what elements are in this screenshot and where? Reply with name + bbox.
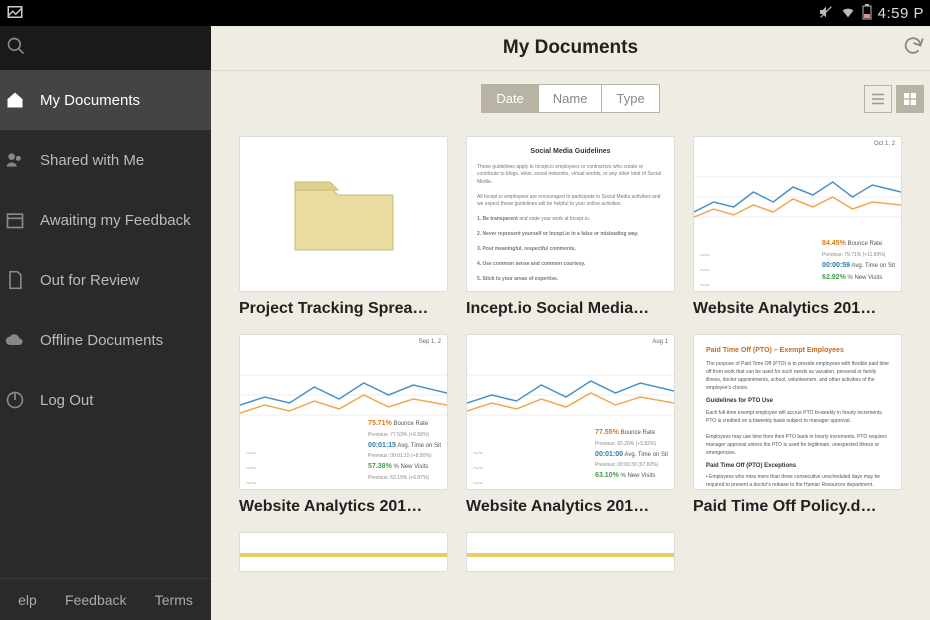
toolbar: Date Name Type [211,71,930,126]
document-card[interactable] [239,532,448,572]
users-icon [4,149,26,171]
sidebar-footer: elp Feedback Terms [0,578,211,620]
documents-grid[interactable]: Project Tracking Sprea… Social Media Gui… [211,126,930,620]
document-thumbnail [466,532,675,572]
sidebar-item-label: My Documents [40,92,140,109]
sidebar-item-logout[interactable]: Log Out [0,370,211,430]
sort-date-button[interactable]: Date [482,85,538,112]
document-thumbnail: Paid Time Off (PTO) – Exempt Employees T… [693,334,902,490]
grid-view-button[interactable] [896,85,924,113]
footer-feedback[interactable]: Feedback [65,592,126,608]
sort-type-button[interactable]: Type [602,85,658,112]
document-card[interactable]: Paid Time Off (PTO) – Exempt Employees T… [693,334,902,516]
document-thumbnail [239,532,448,572]
folder-icon [290,172,400,257]
document-card[interactable]: Project Tracking Sprea… [239,136,448,318]
document-thumbnail: Oct 1, 2 84.45% Bounce Rate Previous: 79… [693,136,902,292]
android-status-bar: 4:59 P [0,0,930,26]
home-icon [4,89,26,111]
list-view-button[interactable] [864,85,892,113]
sort-name-button[interactable]: Name [539,85,603,112]
sidebar-item-offline[interactable]: Offline Documents [0,310,211,370]
document-thumbnail: Aug 1 77.55% Bounce Rate Previous: 83.20… [466,334,675,490]
document-title: Website Analytics 201… [466,498,675,516]
footer-terms[interactable]: Terms [155,592,193,608]
status-time: 4:59 P [878,5,924,22]
wifi-icon [840,4,856,23]
sidebar-item-my-documents[interactable]: My Documents [0,70,211,130]
sidebar-search[interactable] [0,26,211,70]
document-thumbnail: Social Media Guidelines These guidelines… [466,136,675,292]
sidebar-item-label: Shared with Me [40,152,144,169]
sort-group: Date Name Type [481,84,659,113]
page-title: My Documents [503,37,638,59]
document-card[interactable]: Oct 1, 2 84.45% Bounce Rate Previous: 79… [693,136,902,318]
document-title: Project Tracking Sprea… [239,300,448,318]
calendar-icon [4,209,26,231]
file-icon [4,269,26,291]
refresh-button[interactable] [902,35,924,62]
logout-icon [4,389,26,411]
view-group [864,85,924,113]
sidebar-item-label: Log Out [40,392,93,409]
document-card[interactable]: Aug 1 77.55% Bounce Rate Previous: 83.20… [466,334,675,516]
document-title: Paid Time Off Policy.d… [693,498,902,516]
sidebar-item-awaiting[interactable]: Awaiting my Feedback [0,190,211,250]
sidebar-item-out-review[interactable]: Out for Review [0,250,211,310]
document-title: Website Analytics 201… [239,498,448,516]
sidebar-item-label: Awaiting my Feedback [40,212,191,229]
document-title: Incept.io Social Media… [466,300,675,318]
document-thumbnail [239,136,448,292]
sidebar-item-label: Offline Documents [40,332,163,349]
sidebar-item-label: Out for Review [40,272,139,289]
cloud-icon [4,329,26,351]
footer-help[interactable]: elp [18,592,37,608]
battery-icon [862,4,872,23]
sidebar-item-shared[interactable]: Shared with Me [0,130,211,190]
sidebar: My Documents Shared with Me Awaiting my … [0,26,211,620]
search-icon [6,36,26,61]
main-panel: My Documents Date Name Type [211,26,930,620]
document-card[interactable] [466,532,675,572]
document-card[interactable]: Sep 1, 2 75.71% Bounce Rate Previous: 77… [239,334,448,516]
main-header: My Documents [211,26,930,71]
image-icon [6,3,24,24]
mute-icon [818,4,834,23]
document-thumbnail: Sep 1, 2 75.71% Bounce Rate Previous: 77… [239,334,448,490]
document-card[interactable]: Social Media Guidelines These guidelines… [466,136,675,318]
document-title: Website Analytics 201… [693,300,902,318]
